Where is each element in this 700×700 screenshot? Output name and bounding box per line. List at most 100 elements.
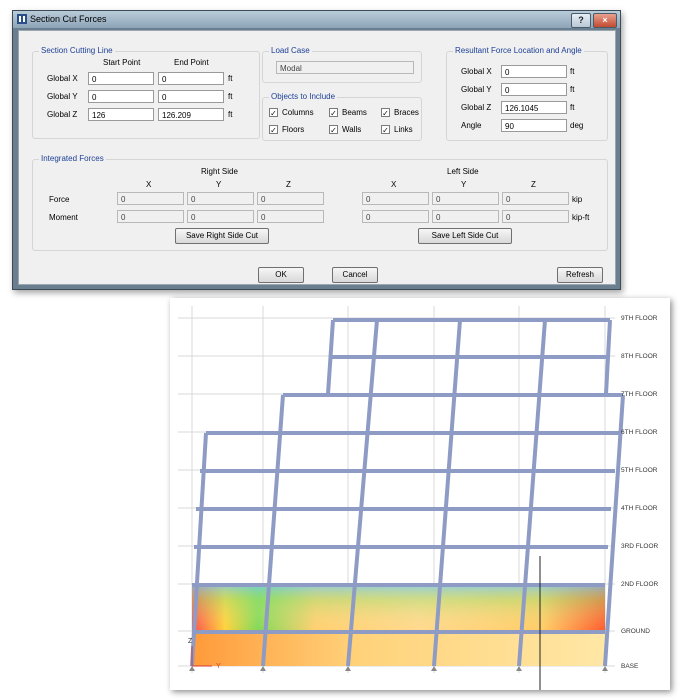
elevation-canvas[interactable]: Z Y 9TH FLOOR 8TH FLOOR 7TH FLOOR 6TH FL… [170, 298, 670, 690]
load-case-group: Load Case Modal [262, 46, 422, 83]
resultant-x-unit: ft [570, 67, 575, 76]
left-force-y: 0 [432, 192, 499, 205]
beams-label: Beams [342, 108, 367, 117]
resultant-force-title: Resultant Force Location and Angle [453, 46, 584, 55]
unit-x-label: ft [228, 74, 233, 83]
left-y-header: Y [461, 180, 467, 189]
resultant-y-unit: ft [570, 85, 575, 94]
help-button[interactable]: ? [571, 13, 591, 28]
right-moment-z: 0 [257, 210, 324, 223]
links-checkbox[interactable]: ✓ [381, 125, 390, 135]
left-z-header: Z [531, 180, 536, 189]
floors-checkbox[interactable]: ✓ [269, 125, 278, 135]
right-force-y: 0 [187, 192, 254, 205]
end-y-input[interactable]: 0 [158, 90, 224, 103]
end-z-input[interactable]: 126.209 [158, 108, 224, 121]
walls-checkbox[interactable]: ✓ [329, 125, 338, 135]
resultant-z-label: Global Z [461, 103, 492, 112]
objects-to-include-title: Objects to Include [269, 92, 338, 101]
floor-label-3rd: 3RD FLOOR [621, 543, 659, 550]
left-moment-z: 0 [502, 210, 569, 223]
objects-to-include-group: Objects to Include ✓ Columns ✓ Beams ✓ B… [262, 92, 422, 141]
left-moment-x: 0 [362, 210, 429, 223]
model-elevation-view[interactable]: Z Y 9TH FLOOR 8TH FLOOR 7TH FLOOR 6TH FL… [170, 298, 670, 690]
integrated-forces-group: Integrated Forces Right Side Left Side X… [32, 154, 608, 251]
load-case-field[interactable]: Modal [276, 61, 414, 74]
left-side-header: Left Side [447, 167, 479, 176]
force-unit: kip [572, 195, 583, 204]
floors-label: Floors [282, 125, 305, 134]
right-moment-x: 0 [117, 210, 184, 223]
section-cutting-line-title: Section Cutting Line [39, 46, 115, 55]
dialog-client-area: Section Cutting Line Start Point End Poi… [18, 30, 616, 285]
window-title: Section Cut Forces [30, 14, 107, 24]
right-moment-y: 0 [187, 210, 254, 223]
resultant-y-label: Global Y [461, 85, 492, 94]
floor-label-6th: 6TH FLOOR [621, 429, 658, 436]
right-z-header: Z [286, 180, 291, 189]
columns-label: Columns [282, 108, 314, 117]
global-z-label: Global Z [47, 110, 78, 119]
base-supports [189, 666, 608, 671]
start-x-input[interactable]: 0 [88, 72, 154, 85]
contour-region [192, 584, 605, 666]
app-icon [17, 14, 27, 24]
resultant-force-group: Resultant Force Location and Angle Globa… [446, 46, 608, 141]
floor-label-9th: 9TH FLOOR [621, 315, 658, 322]
close-button[interactable]: × [593, 13, 617, 28]
end-point-header: End Point [174, 58, 209, 67]
floor-label-2nd: 2ND FLOOR [621, 581, 659, 588]
right-y-header: Y [216, 180, 222, 189]
right-x-header: X [146, 180, 152, 189]
floor-label-7th: 7TH FLOOR [621, 391, 658, 398]
global-x-label: Global X [47, 74, 78, 83]
floor-label-base: BASE [621, 663, 639, 670]
start-z-input[interactable]: 126 [88, 108, 154, 121]
unit-z-label: ft [228, 110, 233, 119]
save-right-side-cut-button[interactable]: Save Right Side Cut [175, 228, 269, 244]
walls-label: Walls [342, 125, 362, 134]
force-label: Force [49, 195, 70, 204]
left-force-x: 0 [362, 192, 429, 205]
right-side-header: Right Side [201, 167, 238, 176]
load-case-title: Load Case [269, 46, 312, 55]
resultant-x-label: Global X [461, 67, 492, 76]
right-force-x: 0 [117, 192, 184, 205]
floor-label-4th: 4TH FLOOR [621, 505, 658, 512]
integrated-forces-title: Integrated Forces [39, 154, 106, 163]
left-moment-y: 0 [432, 210, 499, 223]
refresh-button[interactable]: Refresh [557, 267, 603, 283]
axis-z-label: Z [188, 638, 193, 645]
resultant-z-unit: ft [570, 103, 575, 112]
ok-button[interactable]: OK [258, 267, 304, 283]
moment-unit: kip-ft [572, 213, 590, 222]
cancel-button[interactable]: Cancel [332, 267, 378, 283]
unit-y-label: ft [228, 92, 233, 101]
columns-checkbox[interactable]: ✓ [269, 108, 278, 118]
section-cut-forces-window: Section Cut Forces ? × Section Cutting L… [12, 10, 621, 290]
angle-input[interactable]: 90 [501, 119, 567, 132]
resultant-y-input[interactable]: 0 [501, 83, 567, 96]
links-label: Links [394, 125, 413, 134]
braces-checkbox[interactable]: ✓ [381, 108, 390, 118]
global-y-label: Global Y [47, 92, 78, 101]
section-cutting-line-group: Section Cutting Line Start Point End Poi… [32, 46, 260, 139]
start-y-input[interactable]: 0 [88, 90, 154, 103]
resultant-z-input[interactable]: 126.1045 [501, 101, 567, 114]
resultant-x-input[interactable]: 0 [501, 65, 567, 78]
end-x-input[interactable]: 0 [158, 72, 224, 85]
right-force-z: 0 [257, 192, 324, 205]
left-force-z: 0 [502, 192, 569, 205]
save-left-side-cut-button[interactable]: Save Left Side Cut [418, 228, 512, 244]
beams-checkbox[interactable]: ✓ [329, 108, 338, 118]
floor-label-8th: 8TH FLOOR [621, 353, 658, 360]
floor-label-ground: GROUND [621, 628, 650, 635]
moment-label: Moment [49, 213, 78, 222]
left-x-header: X [391, 180, 397, 189]
braces-label: Braces [394, 108, 419, 117]
angle-label: Angle [461, 121, 482, 130]
floor-labels: 9TH FLOOR 8TH FLOOR 7TH FLOOR 6TH FLOOR … [621, 315, 659, 670]
start-point-header: Start Point [103, 58, 141, 67]
title-bar[interactable]: Section Cut Forces ? × [13, 11, 620, 28]
angle-unit: deg [570, 121, 584, 130]
